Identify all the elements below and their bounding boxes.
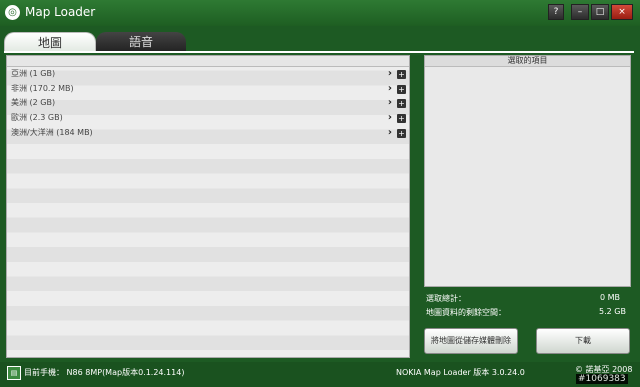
list-item[interactable]: 非洲 (170.2 MB) › + [7, 82, 409, 97]
region-label: 歐洲 (2.3 GB) [11, 113, 63, 123]
selected-total-label: 選取總計： [426, 294, 466, 303]
window-title: Map Loader [25, 5, 96, 19]
region-label: 美洲 (2 GB) [11, 98, 56, 108]
tab-voice[interactable]: 語音 [96, 32, 186, 52]
tab-maps[interactable]: 地圖 [4, 32, 96, 53]
map-list[interactable]: 亞洲 (1 GB) › + 非洲 (170.2 MB) › + 美洲 (2 GB) › + … [6, 55, 410, 358]
version-text: NOKIA Map Loader 版本 3.0.24.0 [396, 368, 525, 377]
region-label: 澳洲/大洋洲 (184 MB) [11, 127, 93, 137]
selected-items-panel[interactable]: 選取的項目 [424, 55, 631, 287]
remaining-space-value: 5.2 GB [599, 307, 626, 316]
download-button[interactable]: 下載 [536, 328, 630, 354]
add-icon[interactable]: + [397, 99, 406, 109]
add-icon[interactable]: + [397, 128, 406, 138]
expand-chevron-icon[interactable]: › [388, 82, 392, 97]
region-label: 亞洲 (1 GB) [11, 69, 56, 78]
expand-chevron-icon[interactable]: › [388, 67, 392, 82]
selected-items-header: 選取的項目 [425, 56, 630, 67]
list-item[interactable]: 歐洲 (2.3 GB) › + [7, 111, 409, 126]
maximize-button[interactable]: □ [591, 4, 609, 20]
map-list-header [7, 56, 409, 67]
list-item[interactable]: 澳洲/大洋洲 (184 MB) › + [7, 126, 409, 141]
minimize-button[interactable]: – [571, 4, 589, 20]
expand-chevron-icon[interactable]: › [388, 111, 392, 126]
list-item[interactable]: 美洲 (2 GB) › + [7, 96, 409, 111]
expand-chevron-icon[interactable]: › [388, 96, 392, 111]
remaining-space-label: 地圖資料的剩餘空間： [426, 308, 506, 317]
add-icon[interactable]: + [397, 84, 406, 94]
expand-chevron-icon[interactable]: › [388, 126, 392, 141]
app-logo-icon: ◎ [5, 5, 20, 20]
close-button[interactable]: × [611, 4, 633, 20]
add-icon[interactable]: + [397, 70, 406, 79]
selected-total-value: 0 MB [600, 293, 621, 302]
add-icon[interactable]: + [397, 114, 406, 124]
watermark: #1069383 [576, 374, 628, 384]
title-bar: ◎ Map Loader ? – □ × [0, 0, 640, 26]
phone-icon: ▤ [7, 366, 21, 380]
help-button[interactable]: ? [548, 4, 564, 20]
current-device-text: 目前手機： N86 8MP(Map版本0.1.24.114) [24, 368, 185, 377]
list-item[interactable]: 亞洲 (1 GB) › + [7, 67, 409, 82]
region-label: 非洲 (170.2 MB) [11, 83, 74, 93]
delete-from-storage-button[interactable]: 將地圖從儲存媒體刪除 [424, 328, 518, 354]
